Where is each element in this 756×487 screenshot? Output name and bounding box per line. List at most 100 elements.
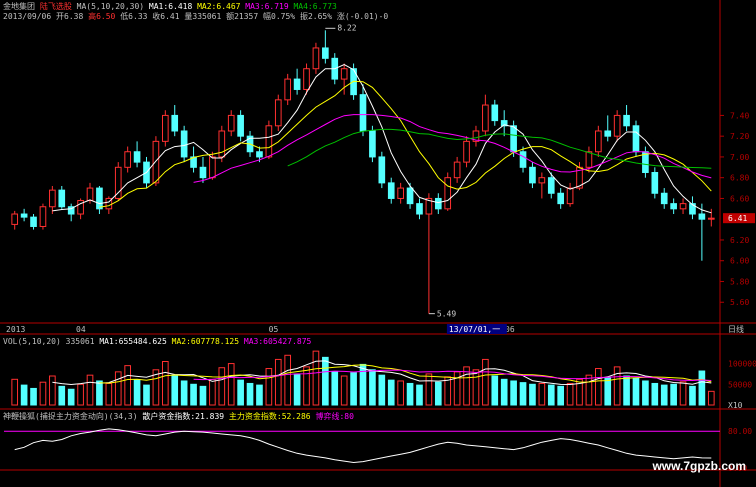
low-label: 5.49 [437, 310, 456, 319]
candle-body [49, 189, 56, 208]
indicator-header: 神鞭操狐(捕捉主力资金动向)(34,3) 散户资金指数:21.839 主力资金指… [3, 412, 354, 422]
volume-bar [557, 385, 565, 406]
volume-bar [651, 382, 659, 406]
candle-body [256, 151, 263, 158]
candle-body [58, 189, 66, 208]
quote-amount: 额21357 [226, 12, 259, 21]
volume-bar [199, 385, 207, 406]
volume-bar [566, 382, 574, 406]
candle-body [613, 114, 621, 137]
volume-tick-label: 50000 [728, 380, 752, 389]
price-tick-label: 5.80 [730, 277, 749, 286]
quote-open: 开6.38 [56, 12, 84, 21]
volume-bar [689, 385, 696, 406]
candle-body [265, 125, 273, 158]
volume-bar [171, 375, 179, 406]
date-cursor-label: 13/07/01,一 [449, 325, 500, 334]
volume-bar [416, 384, 423, 406]
indicator-tick-label: 80.00 [728, 427, 752, 436]
volume-bar [30, 387, 37, 406]
volume-bar [510, 380, 517, 406]
vol-ma1: MA1:655484.625 [99, 337, 167, 346]
volume-bar [256, 384, 263, 406]
volume-bar [20, 384, 28, 406]
volume-bar [397, 380, 404, 406]
volume-unit-label: X10 [728, 401, 743, 410]
high-label: 8.22 [337, 23, 356, 32]
candle-body [679, 203, 687, 210]
volume-bar [246, 382, 254, 406]
candle-body [161, 114, 169, 142]
candle-body [359, 94, 367, 132]
price-tick-label: 6.80 [730, 174, 749, 183]
volume-bar [387, 379, 395, 406]
volume-bar [96, 380, 103, 406]
watermark: www.7gpzb.com [652, 459, 746, 473]
date-axis-label: 04 [76, 325, 86, 334]
ma10-line [99, 80, 712, 208]
candle-body [491, 104, 499, 122]
volume-bar [519, 382, 527, 406]
candle-body [369, 130, 376, 158]
quote-rise: 涨(-0.01)-0 [336, 12, 389, 21]
volume-bar [143, 384, 150, 406]
volume-bar [49, 375, 56, 406]
volume-bar [114, 371, 122, 406]
volume-bar [303, 366, 310, 406]
candle-body [293, 78, 301, 90]
volume-bar [340, 375, 348, 406]
candle-body [133, 151, 141, 163]
candle-body [152, 140, 160, 184]
candle-body [463, 140, 470, 163]
candle-body [595, 130, 602, 153]
candle-body [623, 114, 630, 127]
price-tick-label: 5.60 [730, 298, 749, 307]
volume-bar [613, 366, 621, 406]
ma2-value: MA2:6.467 [197, 2, 241, 11]
main-index: 主力资金指数:52.286 [228, 412, 311, 421]
retail-index-line [14, 428, 712, 464]
volume-bar [133, 379, 141, 406]
period-label: 日线 [728, 324, 744, 334]
volume-bar [632, 377, 640, 406]
volume-bar [378, 374, 386, 406]
volume-bar [86, 374, 94, 406]
ma4-value: MA4:6.773 [293, 2, 337, 11]
candle-body [566, 187, 574, 205]
candle-body [387, 182, 395, 199]
price-tick-label: 7.40 [730, 111, 749, 120]
volume-bar [227, 363, 235, 406]
candle-body [227, 114, 235, 132]
candle-body [237, 114, 244, 137]
header-row-1: 金地集团 陆飞选股 MA(5,10,20,30) MA1:6.418 MA2:6… [3, 2, 337, 12]
price-tick-label: 6.20 [730, 236, 749, 245]
volume-bar [547, 384, 555, 406]
volume-bar [529, 383, 536, 406]
volume-bar [679, 381, 687, 406]
volume-bar [67, 388, 75, 406]
stock-chart-window: 7.40 7.20 7.00 6.80 6.60 6.20 6.00 5.80 5.60 6.41… [0, 0, 756, 487]
volume-bar [284, 354, 292, 406]
candle-body [378, 156, 386, 184]
candle-body [698, 213, 706, 220]
candle-body [547, 177, 555, 194]
candle-body [604, 130, 612, 137]
volume-bar [642, 380, 649, 406]
volume-bar [180, 380, 188, 406]
quote-row: 2013/09/06 开6.38 高6.50 低6.33 收6.41 量3350… [3, 12, 388, 22]
volume-bar [585, 374, 593, 406]
candle-body [670, 203, 677, 210]
candle-body [340, 68, 348, 80]
volume-bar [350, 372, 357, 406]
candle-body [209, 156, 216, 179]
volume-bar [425, 373, 433, 406]
candle-body [96, 187, 103, 210]
volume-bar [444, 376, 452, 406]
volume-bar [77, 383, 84, 406]
volume-bar [604, 377, 612, 406]
candle-body [557, 192, 565, 205]
quote-amplitude: 振2.65% [299, 12, 333, 21]
candle-body [453, 161, 461, 179]
volume-tick-label: 100000 [728, 360, 756, 369]
candle-body [482, 104, 489, 132]
